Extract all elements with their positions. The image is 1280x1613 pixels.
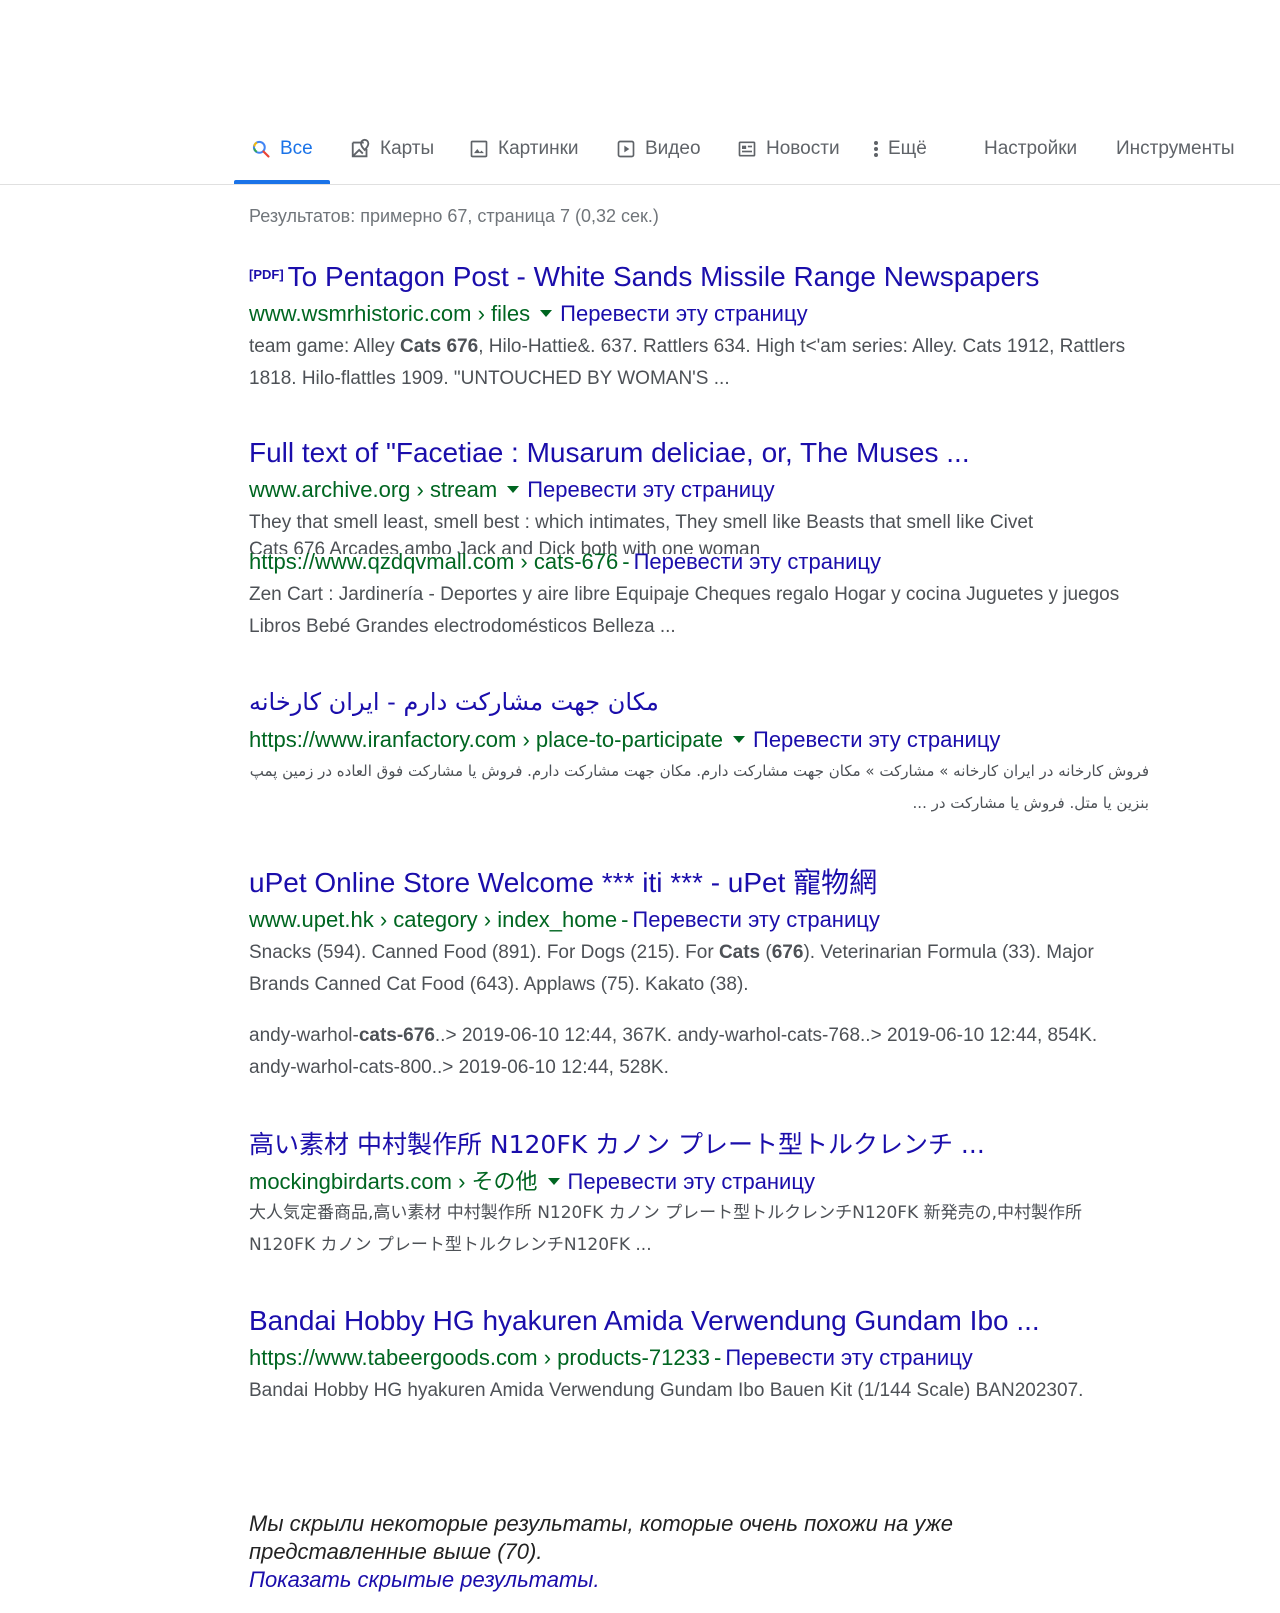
news-icon [736, 138, 758, 160]
pdf-badge: [PDF] [249, 267, 284, 282]
search-icon [250, 138, 272, 160]
translate-link[interactable]: Перевести эту страницу [527, 477, 774, 502]
dropdown-arrow-icon[interactable] [733, 736, 745, 744]
tab-label: Видео [645, 138, 701, 159]
result-url[interactable]: https://www.iranfactory.com › place-to-p… [249, 727, 723, 752]
result-url-row: https://www.qzdqvmall.com › cats-676- Пер… [249, 547, 1149, 577]
result-url-row: mockingbirdarts.com › その他 Перевести эту с… [249, 1167, 1149, 1197]
dropdown-arrow-icon[interactable] [540, 310, 553, 318]
url-separator: - [621, 907, 629, 932]
active-tab-indicator [234, 180, 330, 184]
tab-label: Ещё [888, 138, 927, 159]
tab-label: Настройки [984, 138, 1078, 159]
url-separator: - [714, 1345, 722, 1370]
result-title-link[interactable]: [PDF] To Pentagon Post - White Sands Miss… [249, 260, 1149, 294]
tab-label: Картинки [498, 138, 579, 159]
tab-tools[interactable]: Инструменты [1116, 128, 1234, 184]
tab-images[interactable]: Картинки [468, 128, 579, 184]
tab-news[interactable]: Новости [736, 128, 840, 184]
tab-label: Карты [380, 138, 435, 159]
result-title-link[interactable]: 高い素材 中村製作所 N120FK カノン プレート型トルクレンチ ... [249, 1128, 1149, 1162]
map-icon [350, 138, 372, 160]
result-url[interactable]: www.upet.hk › category › index_home [249, 907, 617, 932]
result-url[interactable]: www.wsmrhistoric.com › files [249, 301, 530, 326]
result-url-row: https://www.iranfactory.com › place-to-p… [249, 725, 1149, 755]
search-result: https://www.qzdqvmall.com › cats-676- Пер… [249, 547, 1149, 643]
result-title-link[interactable]: مکان جهت مشارکت دارم - ایران کارخانه [249, 685, 1149, 719]
result-url[interactable]: mockingbirdarts.com › その他 [249, 1169, 538, 1194]
tab-video[interactable]: Видео [615, 128, 701, 184]
dropdown-arrow-icon[interactable] [547, 1178, 560, 1186]
tab-more[interactable]: Ещё [870, 128, 927, 184]
tab-settings[interactable]: Настройки [984, 128, 1077, 184]
result-title-text: To Pentagon Post - White Sands Missile R… [287, 261, 1040, 292]
search-result: [PDF] To Pentagon Post - White Sands Miss… [249, 260, 1149, 395]
search-result: uPet Online Store Welcome *** iti *** - … [249, 866, 1149, 1001]
search-result: Bandai Hobby HG hyakuren Amida Verwendun… [249, 1304, 1149, 1407]
tab-label: Все [280, 138, 313, 159]
tab-label: Инструменты [1116, 138, 1235, 159]
result-url-row: https://www.tabeergoods.com › products-7… [249, 1343, 1149, 1373]
search-result: Full text of "Facetiae : Musarum delicia… [249, 436, 1149, 539]
search-result: مکان جهت مشارکت دارم - ایران کارخانه htt… [249, 685, 1149, 819]
result-title-link[interactable]: uPet Online Store Welcome *** iti *** - … [249, 866, 1149, 900]
result-url[interactable]: https://www.tabeergoods.com › products-7… [249, 1345, 710, 1370]
translate-link[interactable]: Перевести эту страницу [632, 907, 879, 932]
image-icon [468, 138, 490, 160]
result-url-row: www.archive.org › stream Перевести эту ст… [249, 475, 1149, 505]
result-url-row: www.upet.hk › category › index_home - Пере… [249, 905, 1149, 935]
translate-link[interactable]: Перевести эту страницу [560, 301, 807, 326]
omitted-results-notice: Мы скрыли некоторые результаты, которые … [249, 1510, 1069, 1594]
result-snippet: Snacks (594). Canned Food (891). For Dog… [249, 942, 1094, 995]
result-snippet: andy-warhol-cats-676..> 2019-06-10 12:44… [249, 1025, 1098, 1078]
more-vert-icon [870, 138, 882, 160]
result-snippet: team game: Alley Cats 676, Hilo-Hattie&.… [249, 336, 1126, 389]
result-url-row: www.wsmrhistoric.com › files Перевести эт… [249, 299, 1149, 329]
result-snippet: Zen Cart : Jardinería - Deportes y aire … [249, 584, 1120, 637]
result-snippet: Bandai Hobby HG hyakuren Amida Verwendun… [249, 1380, 1084, 1401]
tab-maps[interactable]: Карты [350, 128, 434, 184]
url-separator: - [622, 549, 630, 574]
show-hidden-results-link[interactable]: Показать скрытые результаты. [249, 1566, 1069, 1594]
video-icon [615, 138, 637, 160]
translate-link[interactable]: Перевести эту страницу [634, 549, 881, 574]
result-title-link[interactable]: Bandai Hobby HG hyakuren Amida Verwendun… [249, 1304, 1149, 1338]
translate-link[interactable]: Перевести эту страницу [568, 1169, 815, 1194]
result-snippet: فروش کارخانه در ایران کارخانه » مشارکت »… [249, 762, 1149, 812]
omitted-results-text: Мы скрыли некоторые результаты, которые … [249, 1511, 954, 1564]
translate-link[interactable]: Перевести эту страницу [725, 1345, 972, 1370]
search-tabs-bar: Все Карты Картинки Видео Новости Ещё Нас… [0, 0, 1280, 185]
translate-link[interactable]: Перевести эту страницу [753, 727, 1000, 752]
result-title-link[interactable]: Full text of "Facetiae : Musarum delicia… [249, 436, 1149, 470]
result-snippet: 大人気定番商品,高い素材 中村製作所 N120FK カノン プレート型トルクレン… [249, 1203, 1083, 1255]
result-url[interactable]: https://www.qzdqvmall.com › cats-676 [249, 549, 618, 574]
search-result: 高い素材 中村製作所 N120FK カノン プレート型トルクレンチ ... mo… [249, 1128, 1149, 1261]
dropdown-arrow-icon[interactable] [507, 486, 520, 494]
result-url[interactable]: www.archive.org › stream [249, 477, 497, 502]
result-stats: Результатов: примерно 67, страница 7 (0,… [249, 206, 659, 226]
tab-all[interactable]: Все [234, 128, 330, 184]
tab-label: Новости [766, 138, 840, 159]
search-result: andy-warhol-cats-676..> 2019-06-10 12:44… [249, 1020, 1149, 1084]
